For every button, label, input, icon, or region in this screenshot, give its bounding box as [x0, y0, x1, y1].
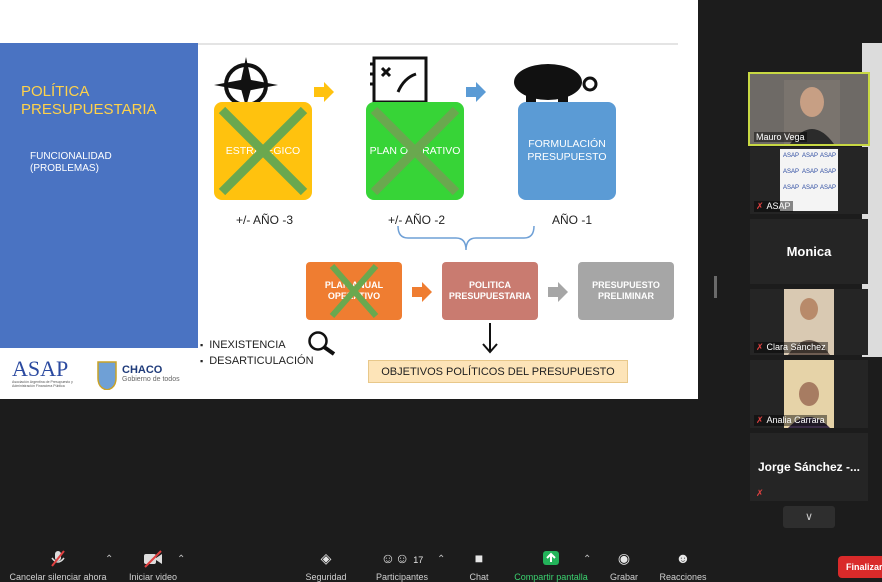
asap-logo-text: ASAP	[12, 356, 69, 381]
cross-icon	[370, 106, 460, 196]
box-formulacion-label: FORMULACIÓN PRESUPUESTO	[527, 138, 607, 163]
participant-name: Monica	[786, 244, 832, 259]
participants-button[interactable]: ☺☺ 17 Participantes	[372, 550, 432, 582]
share-screen-button[interactable]: Compartir pantalla	[510, 550, 592, 582]
svg-text:ASAP: ASAP	[783, 185, 799, 191]
mic-off-icon: ✗	[756, 342, 764, 352]
year-label-2: +/- AÑO -2	[388, 213, 446, 227]
svg-text:ASAP: ASAP	[802, 185, 818, 191]
box-estrategico: ESTRATÉGICO	[214, 102, 312, 200]
video-off-icon	[124, 550, 182, 568]
participant-tile-asap[interactable]: ASAP ASAP ASAP ASAP ASAP ASAP ASAP ASAP ASAP ✗…	[750, 147, 868, 214]
shield-icon: ◈	[320, 550, 332, 566]
security-button[interactable]: ◈ Seguridad	[300, 550, 352, 582]
cross-icon	[218, 106, 308, 196]
share-options-caret[interactable]: ⌃	[583, 554, 591, 565]
arrow-right-icon	[314, 82, 334, 102]
piggy-bank-icon	[514, 64, 598, 104]
participant-name-text: ASAP	[766, 201, 791, 211]
shared-slide: POLÍTICA PRESUPUESTARIA FUNCIONALIDAD (P…	[0, 0, 882, 399]
svg-text:ASAP: ASAP	[783, 153, 799, 159]
objetivos-label: OBJETIVOS POLÍTICOS DEL PRESUPUESTO	[381, 365, 615, 378]
chat-icon: ■	[474, 550, 484, 566]
end-meeting-label: Finalizar	[846, 562, 882, 572]
svg-text:ASAP: ASAP	[820, 185, 836, 191]
participant-name-text: Analia Carrara	[766, 415, 825, 425]
bullet-desarticulacion: DESARTICULACIÓN	[200, 353, 313, 369]
participant-name: ✗ Analia Carrara	[754, 415, 827, 426]
split-handle[interactable]	[714, 276, 717, 298]
arrow-right-icon	[548, 282, 568, 302]
box-formulacion: FORMULACIÓN PRESUPUESTO	[518, 102, 616, 200]
start-video-button[interactable]: Iniciar video	[124, 550, 182, 582]
mic-off-icon: ✗	[756, 201, 764, 211]
emoji-icon: ☻	[675, 550, 691, 566]
unmute-button[interactable]: Cancelar silenciar ahora	[2, 550, 114, 582]
compass-icon	[214, 57, 278, 107]
asap-logo-subtitle: Asociación Argentina de Presupuesto y Ad…	[12, 380, 73, 388]
participant-tile-monica[interactable]: Monica	[750, 219, 868, 284]
video-options-caret[interactable]: ⌃	[177, 554, 185, 565]
objetivos-box: OBJETIVOS POLÍTICOS DEL PRESUPUESTO	[368, 360, 628, 383]
audio-options-caret[interactable]: ⌃	[105, 554, 113, 565]
box-presupuesto-preliminar: PRESUPUESTO PRELIMINAR	[578, 262, 674, 320]
participant-tile-analia[interactable]: ✗ Analia Carrara	[750, 360, 868, 428]
participant-name-text: Clara Sánchez	[766, 342, 826, 352]
chevron-down-icon: ∨	[804, 511, 814, 523]
scroll-down-button[interactable]: ∨	[783, 506, 835, 528]
mic-off-icon: ✗	[756, 488, 764, 498]
participants-count: 17	[413, 555, 424, 565]
slide-title: POLÍTICA PRESUPUESTARIA	[21, 83, 157, 118]
participant-tile-jorge[interactable]: Jorge Sánchez -... ✗	[750, 433, 868, 501]
box-presupuesto-preliminar-label: PRESUPUESTO PRELIMINAR	[592, 280, 660, 301]
box-politica: POLITICA PRESUPUESTARIA	[442, 262, 538, 320]
svg-text:ASAP: ASAP	[802, 153, 818, 159]
box-plan-anual: PLAN ANUAL OPERATIVO	[306, 262, 402, 320]
year-label-1: +/- AÑO -3	[236, 213, 294, 227]
participant-tile-mauro[interactable]: Mauro Vega	[748, 72, 870, 146]
bullet-list: INEXISTENCIA DESARTICULACIÓN	[200, 337, 314, 369]
participants-icon: ☺☺ 17	[380, 550, 424, 566]
asap-logo: ASAP Asociación Argentina de Presupuesto…	[12, 356, 92, 389]
mic-off-icon: ✗	[756, 415, 764, 425]
svg-text:ASAP: ASAP	[783, 169, 799, 175]
mic-muted-icon	[2, 550, 114, 568]
svg-text:ASAP: ASAP	[820, 169, 836, 175]
box-politica-label: POLITICA PRESUPUESTARIA	[448, 280, 532, 301]
end-meeting-button[interactable]: Finalizar	[838, 556, 882, 578]
magnifier-icon	[308, 331, 336, 356]
participant-name: ✗ ASAP	[754, 201, 793, 212]
participant-tile-clara[interactable]: ✗ Clara Sánchez	[750, 289, 868, 355]
title-panel: POLÍTICA PRESUPUESTARIA FUNCIONALIDAD (P…	[0, 43, 198, 348]
arrow-right-icon	[412, 282, 432, 302]
svg-text:ASAP: ASAP	[820, 153, 836, 159]
chaco-logo-subtitle: Gobierno de todos	[122, 376, 180, 383]
box-plan-operativo: PLAN OPERATIVO	[366, 102, 464, 200]
participants-options-caret[interactable]: ⌃	[437, 554, 445, 565]
record-button[interactable]: ◉ Grabar	[606, 550, 642, 582]
participant-name: ✗ Clara Sánchez	[754, 342, 828, 353]
map-icon	[370, 56, 428, 104]
bullet-inexistencia: INEXISTENCIA	[200, 337, 314, 353]
reactions-button[interactable]: ☻ Reacciones	[656, 550, 710, 582]
participant-name: Mauro Vega	[754, 132, 807, 142]
mic-off-indicator: ✗	[754, 488, 769, 499]
svg-text:ASAP: ASAP	[802, 169, 818, 175]
year-label-3: AÑO -1	[552, 213, 593, 227]
chaco-shield-icon	[97, 361, 117, 390]
record-icon: ◉	[617, 550, 631, 566]
share-screen-icon	[510, 550, 592, 568]
chaco-logo-text: CHACO	[122, 364, 163, 376]
cross-icon	[329, 264, 379, 318]
arrow-down-icon	[482, 323, 498, 354]
chat-button[interactable]: ■ Chat	[464, 550, 494, 582]
bracket	[397, 226, 535, 251]
slide-subtitle: FUNCIONALIDAD (PROBLEMAS)	[30, 151, 112, 174]
chaco-logo: CHACO Gobierno de todos	[122, 364, 180, 384]
arrow-right-icon	[466, 82, 486, 102]
